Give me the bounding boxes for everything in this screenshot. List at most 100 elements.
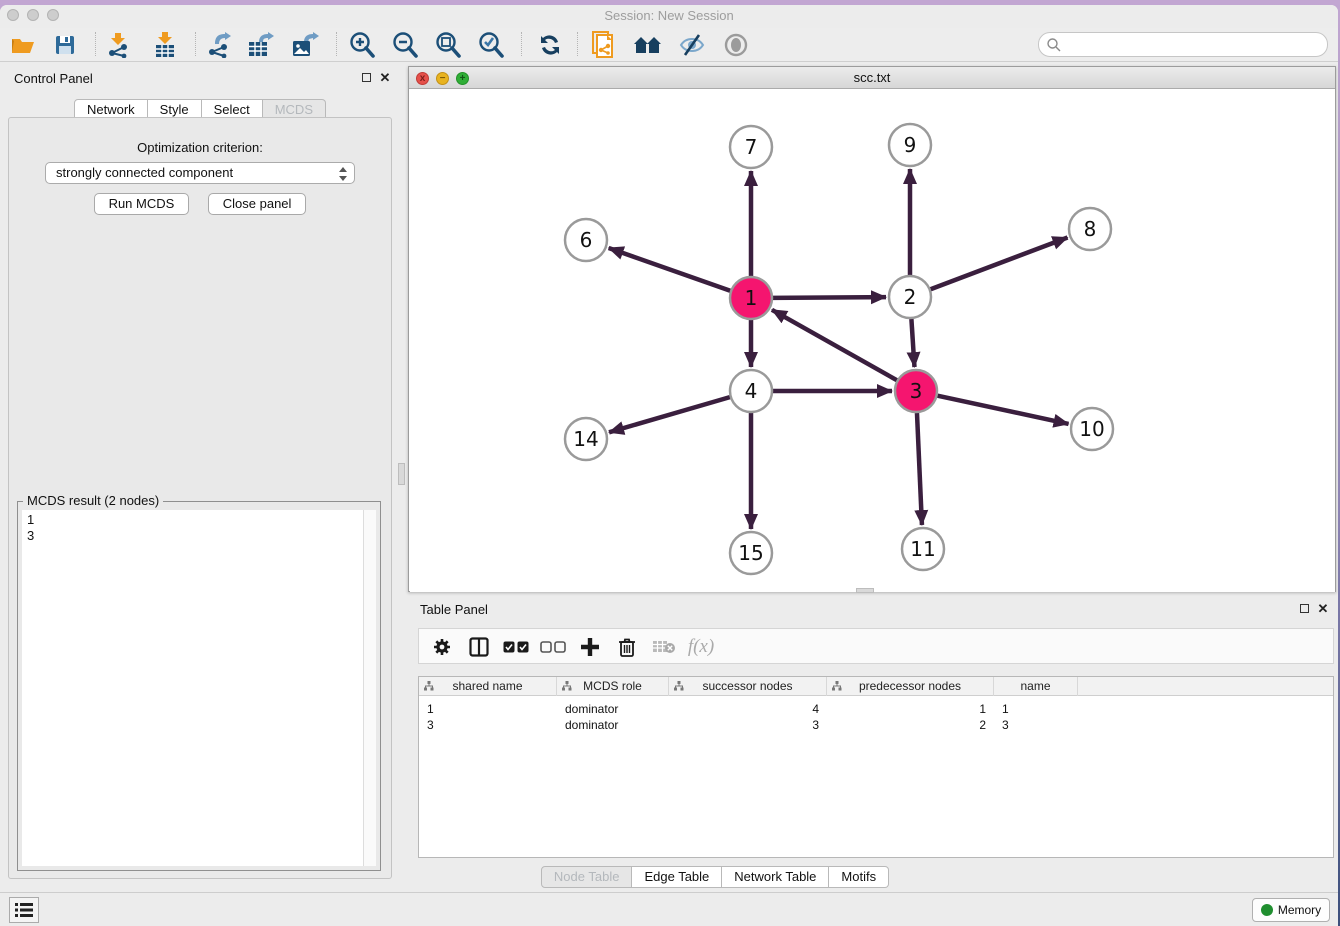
table-cell[interactable]: dominator [557,701,669,717]
hide-selected-button[interactable] [675,30,709,60]
memory-status-icon [1261,904,1273,916]
import-network-button[interactable] [101,30,135,60]
task-list-icon [15,903,33,917]
table-cell[interactable]: 3 [994,717,1078,733]
delete-column-button[interactable] [611,632,643,662]
network-canvas[interactable]: 7968124314101511 [410,89,1335,592]
fit-content-button[interactable] [431,30,465,60]
column-header-shared-name[interactable]: shared name [419,677,557,696]
edge-2-3[interactable] [911,319,914,367]
node-label-11: 11 [910,537,935,561]
table-settings-button[interactable] [426,632,458,662]
open-session-button[interactable] [6,30,40,60]
unchecked-boxes-icon [540,641,566,654]
edge-3-11[interactable] [917,413,922,525]
export-table-button[interactable] [244,30,278,60]
node-label-6: 6 [580,228,593,252]
table-cell[interactable]: 2 [827,717,994,733]
optimization-criterion-select[interactable]: strongly connected component [45,162,355,184]
fit-content-icon [434,31,462,59]
close-table-panel-button[interactable]: ✕ [1316,602,1330,616]
table-cell[interactable]: dominator [557,717,669,733]
apply-layout-button[interactable] [533,30,567,60]
mcds-tab-content: Optimization criterion: strongly connect… [8,117,392,879]
edge-3-10[interactable] [938,396,1069,424]
tab-edge-table[interactable]: Edge Table [632,866,722,888]
memory-button[interactable]: Memory [1252,898,1330,922]
column-header-successor-nodes[interactable]: successor nodes [669,677,827,696]
search-input[interactable] [1067,34,1317,55]
tab-node-table[interactable]: Node Table [541,866,633,888]
home-button[interactable] [631,30,665,60]
vertical-splitter-grip[interactable] [398,463,405,485]
export-image-button[interactable] [288,30,322,60]
network-view-title: scc.txt [409,70,1335,85]
apply-function-button[interactable]: f(x) [685,632,717,662]
control-panel-title: Control Panel [14,71,93,86]
memory-label: Memory [1278,903,1321,917]
float-icon [1300,604,1309,613]
mcds-result-scrollbar[interactable] [363,510,376,866]
zoom-out-button[interactable] [388,30,422,60]
main-window: Session: New Session [0,5,1338,926]
status-bar: Memory [0,892,1338,926]
import-table-button[interactable] [148,30,182,60]
edge-1-6[interactable] [609,248,731,291]
table-panel-header: Table Panel ✕ [408,598,1338,620]
node-label-14: 14 [573,427,598,451]
edge-1-2[interactable] [773,297,886,298]
table-cell[interactable]: 3 [669,717,827,733]
edge-4-14[interactable] [609,397,730,432]
tab-motifs[interactable]: Motifs [829,866,889,888]
toggle-panes-button[interactable] [463,632,495,662]
edge-3-1[interactable] [772,310,897,380]
window-title: Session: New Session [0,8,1338,23]
horizontal-splitter-grip[interactable] [856,588,874,593]
edge-2-8[interactable] [931,237,1068,289]
export-network-button[interactable] [201,30,235,60]
zoom-in-icon [348,31,376,59]
column-header-predecessor-nodes[interactable]: predecessor nodes [827,677,994,696]
add-column-button[interactable] [574,632,606,662]
column-header-MCDS-role[interactable]: MCDS role [557,677,669,696]
table-cell[interactable]: 4 [669,701,827,717]
deselect-all-button[interactable] [537,632,569,662]
node-label-10: 10 [1079,417,1104,441]
network-window-titlebar[interactable]: x − + scc.txt [409,67,1335,89]
zoom-selected-button[interactable] [474,30,508,60]
eye-slash-icon [678,33,706,57]
table-cell[interactable]: 3 [419,717,557,733]
function-icon: f(x) [688,636,714,658]
node-label-9: 9 [904,133,917,157]
node-label-2: 2 [904,285,917,309]
open-folder-icon [10,33,36,57]
mcds-result-groupbox: MCDS result (2 nodes) 1 3 [17,501,381,871]
zoom-in-button[interactable] [345,30,379,60]
import-network-icon [105,32,131,58]
float-panel-button[interactable] [359,71,373,85]
table-cell[interactable]: 1 [827,701,994,717]
clone-network-button[interactable] [587,30,621,60]
gear-icon [432,637,452,657]
zoom-selected-icon [477,31,505,59]
optimization-criterion-label: Optimization criterion: [9,140,391,155]
show-hidden-button[interactable] [719,30,753,60]
search-icon [1046,37,1062,53]
node-label-1: 1 [745,286,758,310]
table-cell[interactable]: 1 [419,701,557,717]
select-all-button[interactable] [500,632,532,662]
table-cell[interactable]: 1 [994,701,1078,717]
split-pane-icon [469,637,489,657]
node-label-7: 7 [745,135,758,159]
run-mcds-button[interactable]: Run MCDS [94,193,190,215]
task-history-button[interactable] [9,897,39,923]
close-panel-button[interactable]: ✕ [378,71,392,85]
save-session-button[interactable] [48,30,82,60]
delete-table-button[interactable] [648,632,680,662]
float-table-panel-button[interactable] [1297,602,1311,616]
clone-network-icon [591,30,617,60]
node-table[interactable]: shared nameMCDS rolesuccessor nodesprede… [418,676,1334,858]
column-header-name[interactable]: name [994,677,1078,696]
close-panel-button-inner[interactable]: Close panel [208,193,307,215]
tab-network-table[interactable]: Network Table [722,866,829,888]
